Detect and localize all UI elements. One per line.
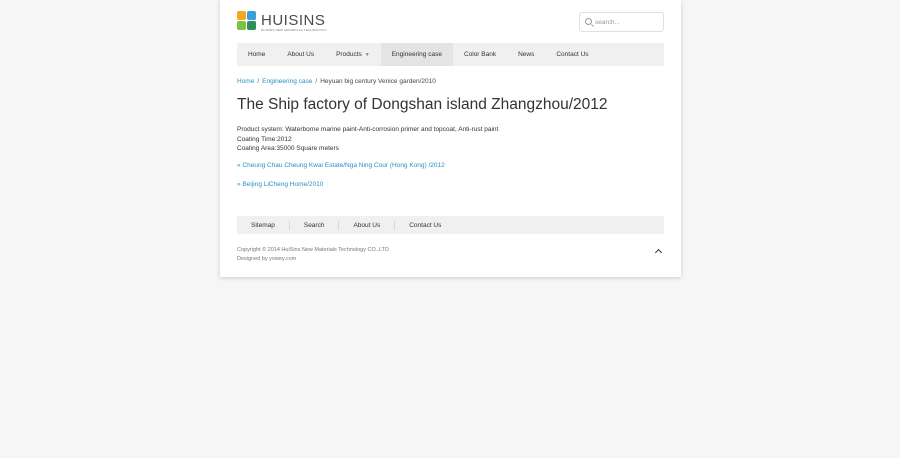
previous-post-link[interactable]: « Cheung Chau Cheung Kwai Estate/Nga Nin… xyxy=(237,162,445,169)
breadcrumb: Home / Engineering case / Heyuan big century… xyxy=(237,78,436,85)
page-container: HUISINS HUISINS NEW MATERIALS TECHNOLOGY… xyxy=(220,0,681,277)
logo-tagline: HUISINS NEW MATERIALS TECHNOLOGY xyxy=(261,28,327,32)
main-nav: Home About Us Products ▼ Engineering case… xyxy=(237,43,664,66)
logo-square-blue xyxy=(247,11,256,20)
nav-item-contact-us[interactable]: Contact Us xyxy=(545,43,599,66)
nav-item-label: News xyxy=(518,51,535,58)
nav-item-label: Products xyxy=(336,51,362,58)
footer-link-search[interactable]: Search xyxy=(290,220,340,230)
search-box[interactable] xyxy=(579,12,664,32)
chevron-down-icon: ▼ xyxy=(364,52,370,58)
nav-item-label: Home xyxy=(248,51,266,58)
breadcrumb-section-link[interactable]: Engineering case xyxy=(262,78,312,85)
footer-link-contact-us[interactable]: Contact Us xyxy=(395,221,455,230)
copyright: Copyright © 2014 HuiSins New Materials T… xyxy=(237,246,389,264)
nav-item-label: Engineering case xyxy=(391,51,442,58)
search-input[interactable] xyxy=(595,15,661,29)
nav-item-label: Color Bank xyxy=(463,51,497,58)
nav-item-about-us[interactable]: About Us xyxy=(276,43,325,66)
nav-item-engineering-case[interactable]: Engineering case xyxy=(380,43,453,66)
logo-name: HUISINS xyxy=(261,12,326,29)
nav-item-label: About Us xyxy=(287,51,315,58)
nav-item-products[interactable]: Products ▼ xyxy=(325,43,381,66)
nav-item-home[interactable]: Home xyxy=(237,43,276,66)
search-icon xyxy=(585,18,592,25)
breadcrumb-separator: / xyxy=(315,78,318,85)
article-line-product-system: Product system: Waterborne marine paint-… xyxy=(237,126,499,133)
footer-link-about-us[interactable]: About Us xyxy=(339,220,396,230)
logo-square-darkgreen xyxy=(247,21,256,30)
nav-item-color-bank[interactable]: Color Bank xyxy=(453,43,507,66)
page-title: The Ship factory of Dongshan island Zhan… xyxy=(237,96,608,113)
chevron-up-icon[interactable] xyxy=(655,247,663,255)
copyright-text: Copyright © 2014 HuiSins New Materials T… xyxy=(237,247,389,253)
designed-by-text: Designed by yowey.com xyxy=(237,256,297,262)
footer-link-sitemap[interactable]: Sitemap xyxy=(237,220,290,230)
logo-square-green xyxy=(237,21,246,30)
logo-mark-icon xyxy=(237,11,256,30)
article-line-coating-time: Coating Time:2012 xyxy=(237,135,292,143)
nav-item-news[interactable]: News xyxy=(507,43,545,66)
logo[interactable]: HUISINS HUISINS NEW MATERIALS TECHNOLOGY xyxy=(237,11,347,35)
header: HUISINS HUISINS NEW MATERIALS TECHNOLOGY xyxy=(237,10,664,36)
logo-square-orange xyxy=(237,11,246,20)
breadcrumb-home-link[interactable]: Home xyxy=(237,78,254,85)
breadcrumb-separator: / xyxy=(257,78,260,85)
article-line-coating-area: Coating Area:35000 Square meters xyxy=(237,145,339,152)
breadcrumb-current: Heyuan big century Venice garden/2010 xyxy=(320,78,436,85)
footer-nav: Sitemap Search About Us Contact Us xyxy=(237,216,664,234)
next-post-link[interactable]: » Beijing LiCheng Home/2010 xyxy=(237,181,323,188)
nav-item-label: Contact Us xyxy=(556,51,589,58)
article-content: Product system: Waterborne marine paint-… xyxy=(237,125,498,154)
